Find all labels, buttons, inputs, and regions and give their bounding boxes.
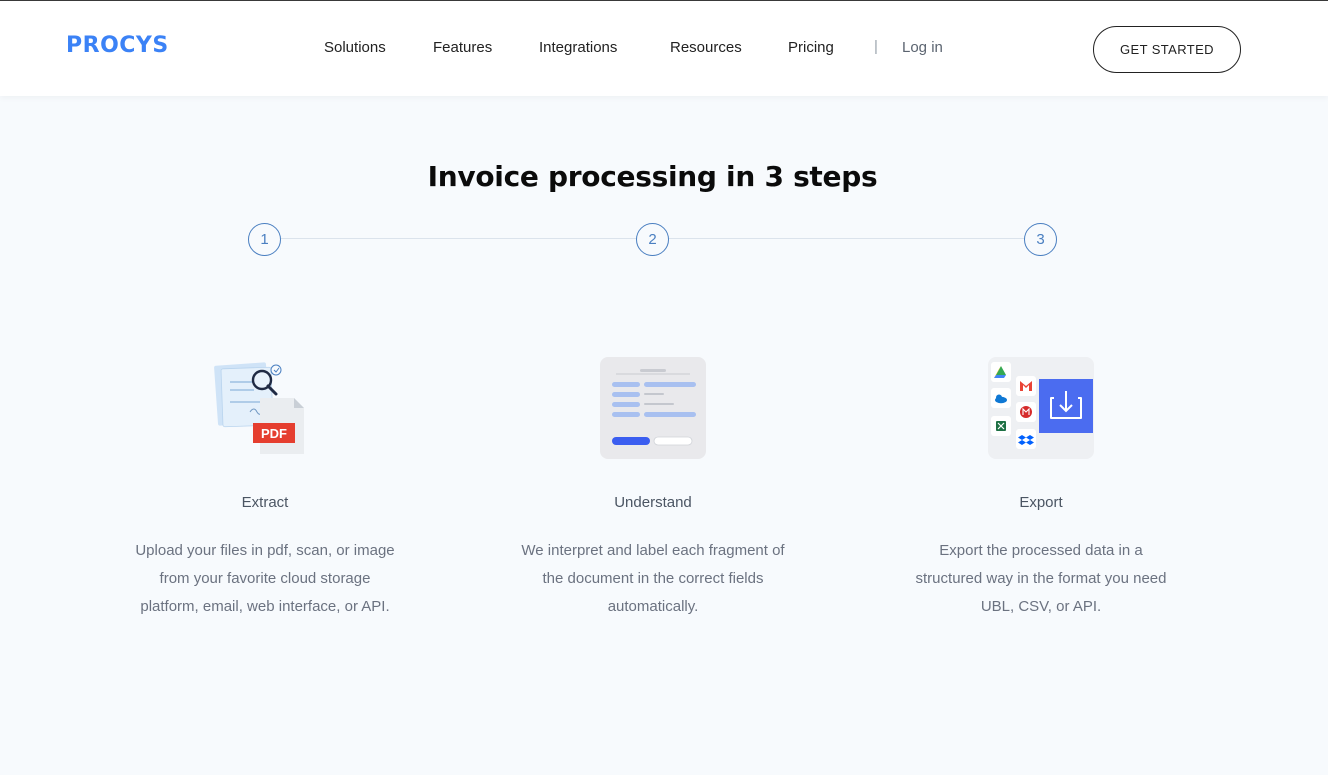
- step-title-understand: Understand: [614, 494, 692, 511]
- nav-features[interactable]: Features: [433, 39, 492, 56]
- understand-illustration: [598, 356, 708, 460]
- nav-separator: |: [874, 38, 878, 55]
- nav-pricing[interactable]: Pricing: [788, 39, 834, 56]
- nav-integrations[interactable]: Integrations: [539, 39, 617, 56]
- step-desc-export: Export the processed data in a structure…: [915, 542, 1167, 615]
- form-icon: [600, 357, 706, 459]
- step-number-3: 3: [1024, 223, 1057, 256]
- step-extract: PDF Extract Upload your files in pdf, sc…: [130, 356, 400, 621]
- extract-illustration: PDF: [210, 356, 320, 460]
- step-number-2: 2: [636, 223, 669, 256]
- step-number-1: 1: [248, 223, 281, 256]
- nav-solutions[interactable]: Solutions: [324, 39, 386, 56]
- mail-icon: [1020, 406, 1032, 418]
- pdf-file-icon: [214, 362, 304, 454]
- export-illustration: [986, 356, 1096, 460]
- step-title-export: Export: [1019, 494, 1063, 511]
- excel-icon: [996, 421, 1006, 431]
- get-started-button[interactable]: GET STARTED: [1093, 26, 1241, 73]
- pdf-badge-label: PDF: [261, 426, 287, 441]
- step-export: Export Export the processed data in a st…: [906, 356, 1176, 621]
- step-understand: Understand We interpret and label each f…: [518, 356, 788, 621]
- site-header: PROCYS Solutions Features Integrations R…: [0, 1, 1328, 96]
- login-link[interactable]: Log in: [902, 39, 943, 56]
- step-desc-understand: We interpret and label each fragment of …: [521, 542, 785, 615]
- step-title-extract: Extract: [241, 494, 289, 511]
- step-desc-extract: Upload your files in pdf, scan, or image…: [135, 542, 395, 615]
- nav-resources[interactable]: Resources: [670, 39, 742, 56]
- page-title: Invoice processing in 3 steps: [427, 160, 878, 193]
